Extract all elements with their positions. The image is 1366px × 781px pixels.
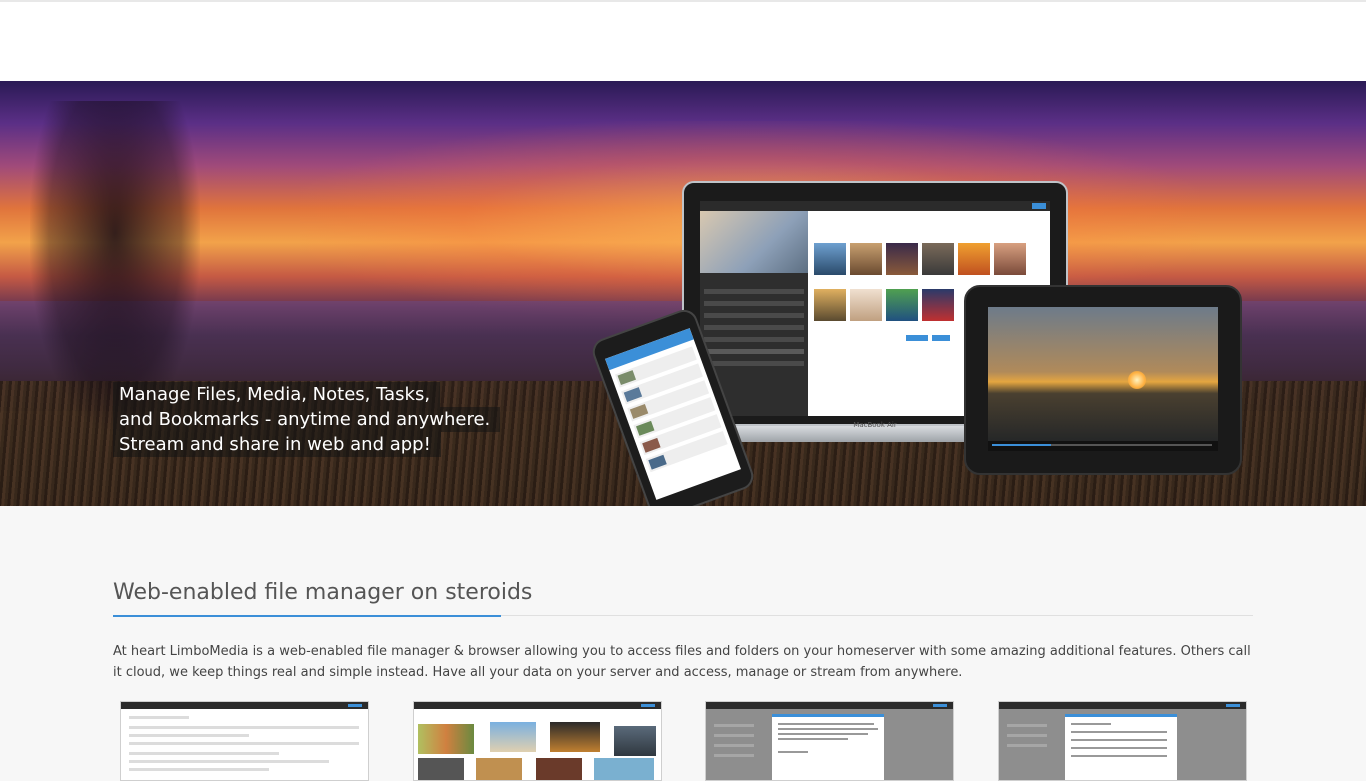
load-all-button-preview [932,335,950,341]
gallery-thumbnail [922,243,954,275]
gallery-thumbnail [886,243,918,275]
file-list-screenshot[interactable] [120,701,369,781]
gallery-thumbnail [814,243,846,275]
app-navbar-preview [700,201,1050,211]
gallery-thumbnail [850,243,882,275]
title-accent-underline [113,615,501,617]
playlist-row [704,289,804,294]
tagline-line: Manage Files, Media, Notes, Tasks, [113,382,441,407]
gallery-thumbnail [922,289,954,321]
playlist-row [704,325,804,330]
playlist-row [704,313,804,318]
playlist-row [704,361,804,366]
top-navigation-bar [0,0,1366,81]
video-controls [988,441,1218,451]
gallery-thumbnail [850,289,882,321]
notes-dialog-screenshot[interactable] [705,701,954,781]
load-more-button-preview [906,335,928,341]
gallery-thumbnail [814,289,846,321]
hero-tagline: Manage Files, Media, Notes, Tasks, and B… [113,382,501,457]
video-progress-bar [992,444,1212,446]
section-title: Web-enabled file manager on steroids [113,580,533,605]
tablet-mockup [964,285,1242,475]
media-preview-photo [700,211,808,273]
playlist-row [704,301,804,306]
gallery-thumbnail [958,243,990,275]
intro-paragraph: At heart LimboMedia is a web-enabled fil… [113,644,1251,680]
video-progress-fill [992,444,1052,446]
hero-banner: MacBook Air Manage Files, Media, Notes, … [0,81,1366,506]
share-dialog-screenshot[interactable] [998,701,1247,781]
tablet-video-player [988,307,1218,451]
sunset-sun [1128,371,1146,389]
photo-gallery-screenshot[interactable] [413,701,662,781]
playlist-row [704,337,804,342]
playlist-row [704,349,804,354]
tagline-line: and Bookmarks - anytime and anywhere. [113,407,501,432]
gallery-thumbnail [994,243,1026,275]
gallery-thumbnail [886,289,918,321]
app-logout-button-preview [1032,203,1046,209]
tagline-line: Stream and share in web and app! [113,432,441,457]
